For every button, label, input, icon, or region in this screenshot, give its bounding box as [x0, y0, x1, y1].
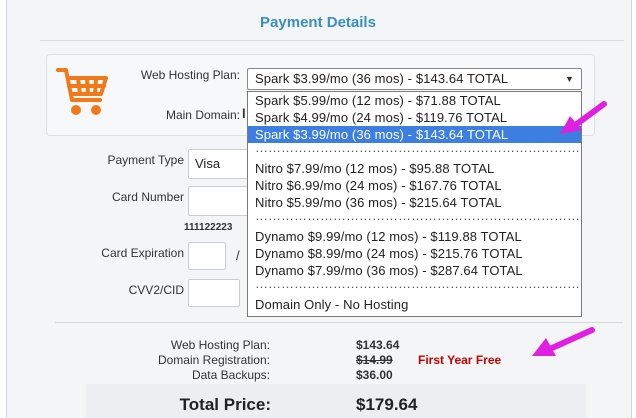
expiration-month-input[interactable] — [188, 242, 226, 270]
summary-hosting-label: Web Hosting Plan: — [170, 338, 270, 352]
plan-option[interactable]: Nitro $6.99/mo (24 mos) - $167.76 TOTAL — [248, 177, 581, 194]
option-separator: ……………………………………………………………………………… — [255, 143, 581, 155]
payment-type-select[interactable]: Visa — [188, 149, 250, 179]
plan-option[interactable]: Nitro $5.99/mo (36 mos) - $215.64 TOTAL — [248, 194, 581, 211]
plan-option[interactable]: Nitro $7.99/mo (12 mos) - $95.88 TOTAL — [248, 160, 581, 177]
card-expiration-label: Card Expiration — [101, 246, 184, 260]
option-separator: ……………………………………………………………………………… — [255, 279, 581, 291]
chevron-down-icon: ▼ — [564, 74, 574, 84]
plan-option[interactable]: Spark $4.99/mo (24 mos) - $119.76 TOTAL — [248, 109, 581, 126]
payment-type-value: Visa — [195, 156, 221, 171]
summary-domain-label: Domain Registration: — [157, 353, 270, 367]
title-divider — [40, 40, 624, 41]
summary-domain-value: $14.99 — [356, 353, 393, 367]
pointer-arrow-icon — [560, 101, 607, 134]
summary-backup-value: $36.00 — [356, 368, 393, 382]
plan-option[interactable]: Spark $5.99/mo (12 mos) - $71.88 TOTAL — [248, 92, 581, 109]
expiration-separator: / — [236, 248, 240, 263]
card-number-hint: 111122223 — [184, 222, 233, 233]
plan-option[interactable]: Domain Only - No Hosting — [248, 296, 581, 313]
plan-option[interactable]: Dynamo $7.99/mo (36 mos) - $287.64 TOTAL — [248, 262, 581, 279]
option-separator: ……………………………………………………………………………… — [255, 211, 581, 223]
plan-option[interactable]: Dynamo $8.99/mo (24 mos) - $215.76 TOTAL — [248, 245, 581, 262]
total-price-label: Total Price: — [179, 395, 271, 414]
pointer-arrow-icon — [532, 327, 595, 356]
summary-divider — [55, 322, 623, 323]
card-number-input[interactable] — [188, 186, 250, 216]
hosting-plan-selected: Spark $3.99/mo (36 mos) - $143.64 TOTAL — [255, 71, 509, 86]
total-price-value: $179.64 — [356, 395, 418, 414]
main-domain-label: Main Domain: — [165, 108, 240, 122]
page-title: Payment Details — [260, 14, 376, 31]
card-number-label: Card Number — [111, 190, 184, 204]
plan-option[interactable]: Dynamo $9.99/mo (12 mos) - $119.88 TOTAL — [248, 228, 581, 245]
payment-type-label: Payment Type — [107, 153, 185, 167]
hosting-plan-select[interactable]: Spark $3.99/mo (36 mos) - $143.64 TOTAL … — [247, 68, 582, 90]
hosting-plan-dropdown: Spark $5.99/mo (12 mos) - $71.88 TOTAL S… — [247, 91, 582, 317]
summary-hosting-value: $143.64 — [356, 338, 400, 352]
first-year-free-note: First Year Free — [418, 353, 502, 367]
cvv-label: CVV2/CID — [128, 283, 184, 297]
main-domain-value: l — [242, 106, 246, 121]
plan-option-selected[interactable]: Spark $3.99/mo (36 mos) - $143.64 TOTAL — [248, 126, 581, 143]
summary-backup-label: Data Backups: — [191, 368, 270, 382]
cvv-input[interactable] — [188, 279, 240, 307]
hosting-plan-label: Web Hosting Plan: — [140, 68, 240, 82]
